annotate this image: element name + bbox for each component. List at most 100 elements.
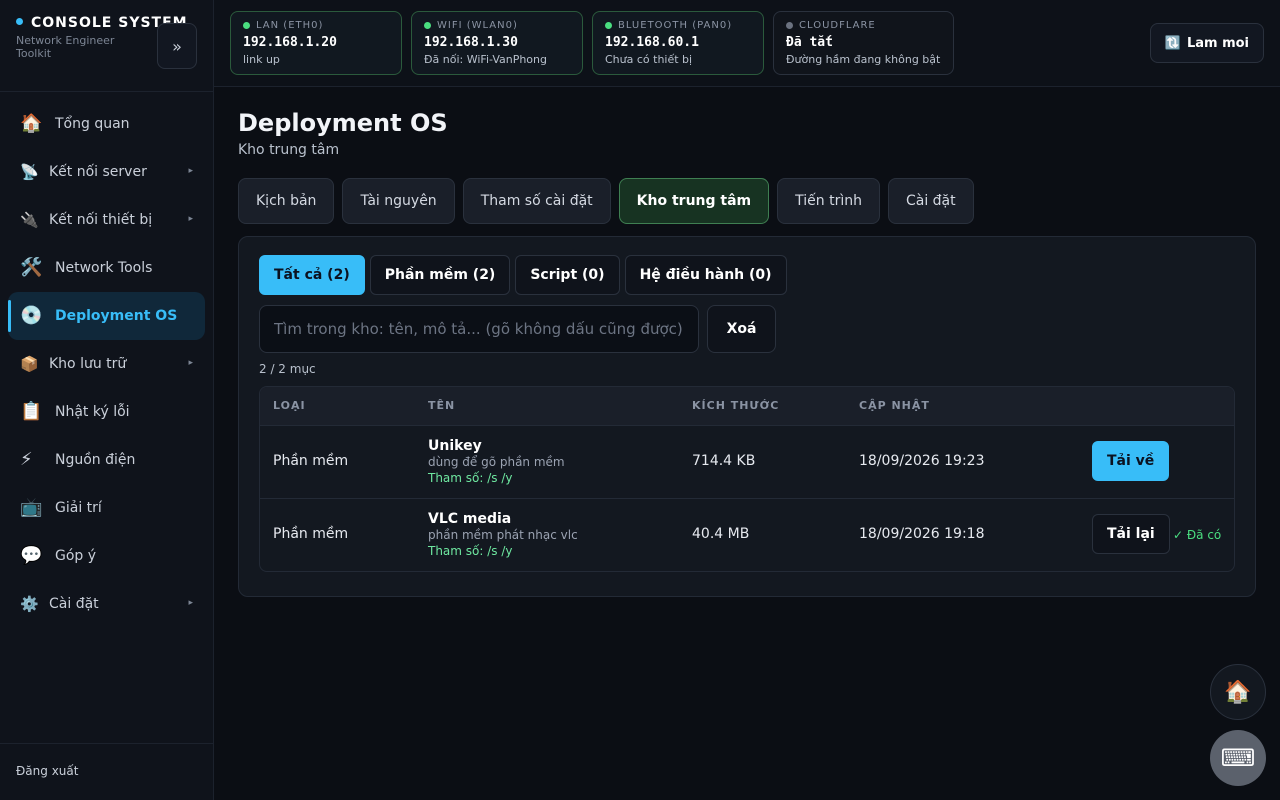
tv-icon: 📺 (20, 497, 43, 518)
sidebar-item-label: Network Tools (55, 260, 153, 276)
sidebar-item-network-tools[interactable]: 🛠️ Network Tools (8, 244, 205, 292)
wifi-card-header: WIFI (WLAN0) (424, 20, 570, 31)
brand-block: CONSOLE SYSTEM Network Engineer Toolkit … (0, 0, 213, 92)
page-subtitle: Kho trung tâm (238, 142, 340, 158)
sidebar-item-error-log[interactable]: 📋 Nhật ký lỗi (8, 388, 205, 436)
home-icon: 🏠 (1224, 679, 1252, 705)
bluetooth-card-header: BLUETOOTH (PAN0) (605, 20, 751, 31)
gear-icon: ⚙️ (20, 594, 39, 613)
disc-icon: 💿 (20, 305, 43, 326)
clipboard-icon: 📋 (20, 401, 43, 422)
filter-os[interactable]: Hệ điều hành (0) (624, 255, 787, 295)
sidebar-item-storage[interactable]: 📦 Kho lưu trữ ▸ (8, 340, 205, 388)
cloudflare-status-card[interactable]: CLOUDFLARE Đã tắt Đường hầm đang không b… (773, 11, 954, 75)
row-type: Phần mềm (273, 453, 349, 469)
chevron-right-icon: ▸ (188, 598, 193, 608)
lan-label: LAN (ETH0) (256, 20, 324, 31)
sidebar-item-settings[interactable]: ⚙️ Cài đặt ▸ (8, 580, 205, 628)
repo-panel: Tất cả (2) Phần mềm (2) Script (0) Hệ đi… (238, 236, 1256, 597)
wifi-label: WIFI (WLAN0) (437, 20, 518, 31)
chevron-right-icon: ▸ (188, 214, 193, 224)
refresh-button[interactable]: 🔃 Lam moi (1149, 23, 1264, 63)
sidebar-item-power[interactable]: ⚡ Nguồn điện (8, 436, 205, 484)
row-description: dùng để gõ phần mềm (428, 455, 565, 469)
redownload-button[interactable]: Tải lại (1092, 514, 1170, 554)
bluetooth-label: BLUETOOTH (PAN0) (618, 20, 733, 31)
satellite-antenna-icon: 📡 (20, 162, 39, 181)
cloudflare-status: Đường hầm đang không bật (786, 53, 941, 66)
sidebar-item-label: Kết nối thiết bị (49, 212, 153, 228)
filter-software[interactable]: Phần mềm (2) (369, 255, 511, 295)
tab-resources[interactable]: Tài nguyên (342, 178, 455, 224)
online-dot-icon (424, 22, 431, 29)
table-header: LOẠI TÊN KÍCH THƯỚC CẬP NHẬT (260, 387, 1234, 426)
tools-icon: 🛠️ (20, 257, 43, 278)
logout-link[interactable]: Đăng xuất (16, 764, 78, 778)
row-name: VLC media (428, 511, 512, 527)
sidebar-item-label: Tổng quan (55, 116, 130, 132)
refresh-label: Lam moi (1186, 35, 1249, 51)
home-fab-button[interactable]: 🏠 (1210, 664, 1266, 720)
cloudflare-state: Đã tắt (786, 35, 833, 50)
bluetooth-ip: 192.168.60.1 (605, 35, 699, 50)
lan-status: link up (243, 53, 280, 66)
result-count: 2 / 2 mục (259, 362, 316, 376)
column-header-updated: CẬP NHẬT (859, 399, 930, 412)
sidebar-item-label: Deployment OS (55, 308, 178, 324)
sidebar-item-feedback[interactable]: 💬 Góp ý (8, 532, 205, 580)
main-content: Deployment OS Kho trung tâm Kịch bản Tài… (238, 87, 1256, 597)
sidebar-item-label: Kho lưu trữ (49, 356, 127, 372)
sidebar-item-overview[interactable]: 🏠 Tổng quan (8, 100, 205, 148)
row-params: Tham số: /s /y (428, 544, 513, 558)
sidebar-item-label: Nguồn điện (55, 452, 136, 468)
tab-central-repo[interactable]: Kho trung tâm (618, 178, 770, 224)
sidebar-item-deployment-os[interactable]: 💿 Deployment OS (8, 292, 205, 340)
download-button[interactable]: Tải về (1092, 441, 1170, 481)
sidebar-item-label: Nhật ký lỗi (55, 404, 130, 420)
plug-icon: 🔌 (20, 210, 39, 229)
clear-button[interactable]: Xoá (707, 305, 776, 353)
wifi-status-card[interactable]: WIFI (WLAN0) 192.168.1.30 Đã nối: WiFi-V… (411, 11, 583, 75)
chevron-right-icon: ▸ (188, 358, 193, 368)
filter-all[interactable]: Tất cả (2) (259, 255, 365, 295)
table-row: Phần mềm VLC media phần mềm phát nhạc vl… (260, 499, 1234, 571)
lightning-icon: ⚡ (20, 449, 33, 470)
online-dot-icon (605, 22, 612, 29)
bluetooth-status-card[interactable]: BLUETOOTH (PAN0) 192.168.60.1 Chưa có th… (592, 11, 764, 75)
tab-progress[interactable]: Tiến trình (777, 178, 880, 224)
sidebar-item-label: Góp ý (55, 548, 97, 564)
tab-scripts[interactable]: Kịch bản (238, 178, 335, 224)
chevron-right-icon: ▸ (188, 166, 193, 176)
wifi-status: Đã nối: WiFi-VanPhong (424, 53, 547, 66)
row-name-cell: VLC media phần mềm phát nhạc vlc Tham số… (428, 510, 578, 559)
installed-badge: ✓ Đã có (1173, 528, 1222, 542)
status-dot-icon (16, 18, 23, 25)
row-description: phần mềm phát nhạc vlc (428, 528, 578, 542)
home-icon: 🏠 (20, 113, 43, 134)
repo-table: LOẠI TÊN KÍCH THƯỚC CẬP NHẬT Phần mềm Un… (259, 386, 1235, 572)
sidebar: CONSOLE SYSTEM Network Engineer Toolkit … (0, 0, 214, 800)
sidebar-item-entertainment[interactable]: 📺 Giải trí (8, 484, 205, 532)
tab-install-params[interactable]: Tham số cài đặt (462, 178, 611, 224)
lan-status-card[interactable]: LAN (ETH0) 192.168.1.20 link up (230, 11, 402, 75)
double-chevron-right-icon: » (172, 36, 182, 56)
search-input[interactable] (259, 305, 699, 353)
cloudflare-card-header: CLOUDFLARE (786, 20, 941, 31)
row-updated: 18/09/2026 19:23 (859, 453, 985, 469)
keyboard-fab-button[interactable]: ⌨ (1210, 730, 1266, 786)
table-row: Phần mềm Unikey dùng để gõ phần mềm Tham… (260, 426, 1234, 499)
sidebar-item-device-connection[interactable]: 🔌 Kết nối thiết bị ▸ (8, 196, 205, 244)
sidebar-item-label: Giải trí (55, 500, 102, 516)
tab-settings[interactable]: Cài đặt (887, 178, 974, 224)
network-status-bar: LAN (ETH0) 192.168.1.20 link up WIFI (WL… (214, 0, 1280, 87)
row-size: 714.4 KB (692, 453, 756, 469)
collapse-sidebar-button[interactable]: » (157, 23, 197, 69)
sidebar-item-server-connection[interactable]: 📡 Kết nối server ▸ (8, 148, 205, 196)
sidebar-nav: 🏠 Tổng quan 📡 Kết nối server ▸ 🔌 Kết nối… (0, 92, 213, 628)
app-subtitle: Network Engineer Toolkit (16, 34, 115, 60)
sidebar-item-label: Cài đặt (49, 596, 99, 612)
row-params: Tham số: /s /y (428, 471, 513, 485)
lan-card-header: LAN (ETH0) (243, 20, 389, 31)
column-header-name: TÊN (428, 399, 456, 412)
filter-script[interactable]: Script (0) (515, 255, 620, 295)
